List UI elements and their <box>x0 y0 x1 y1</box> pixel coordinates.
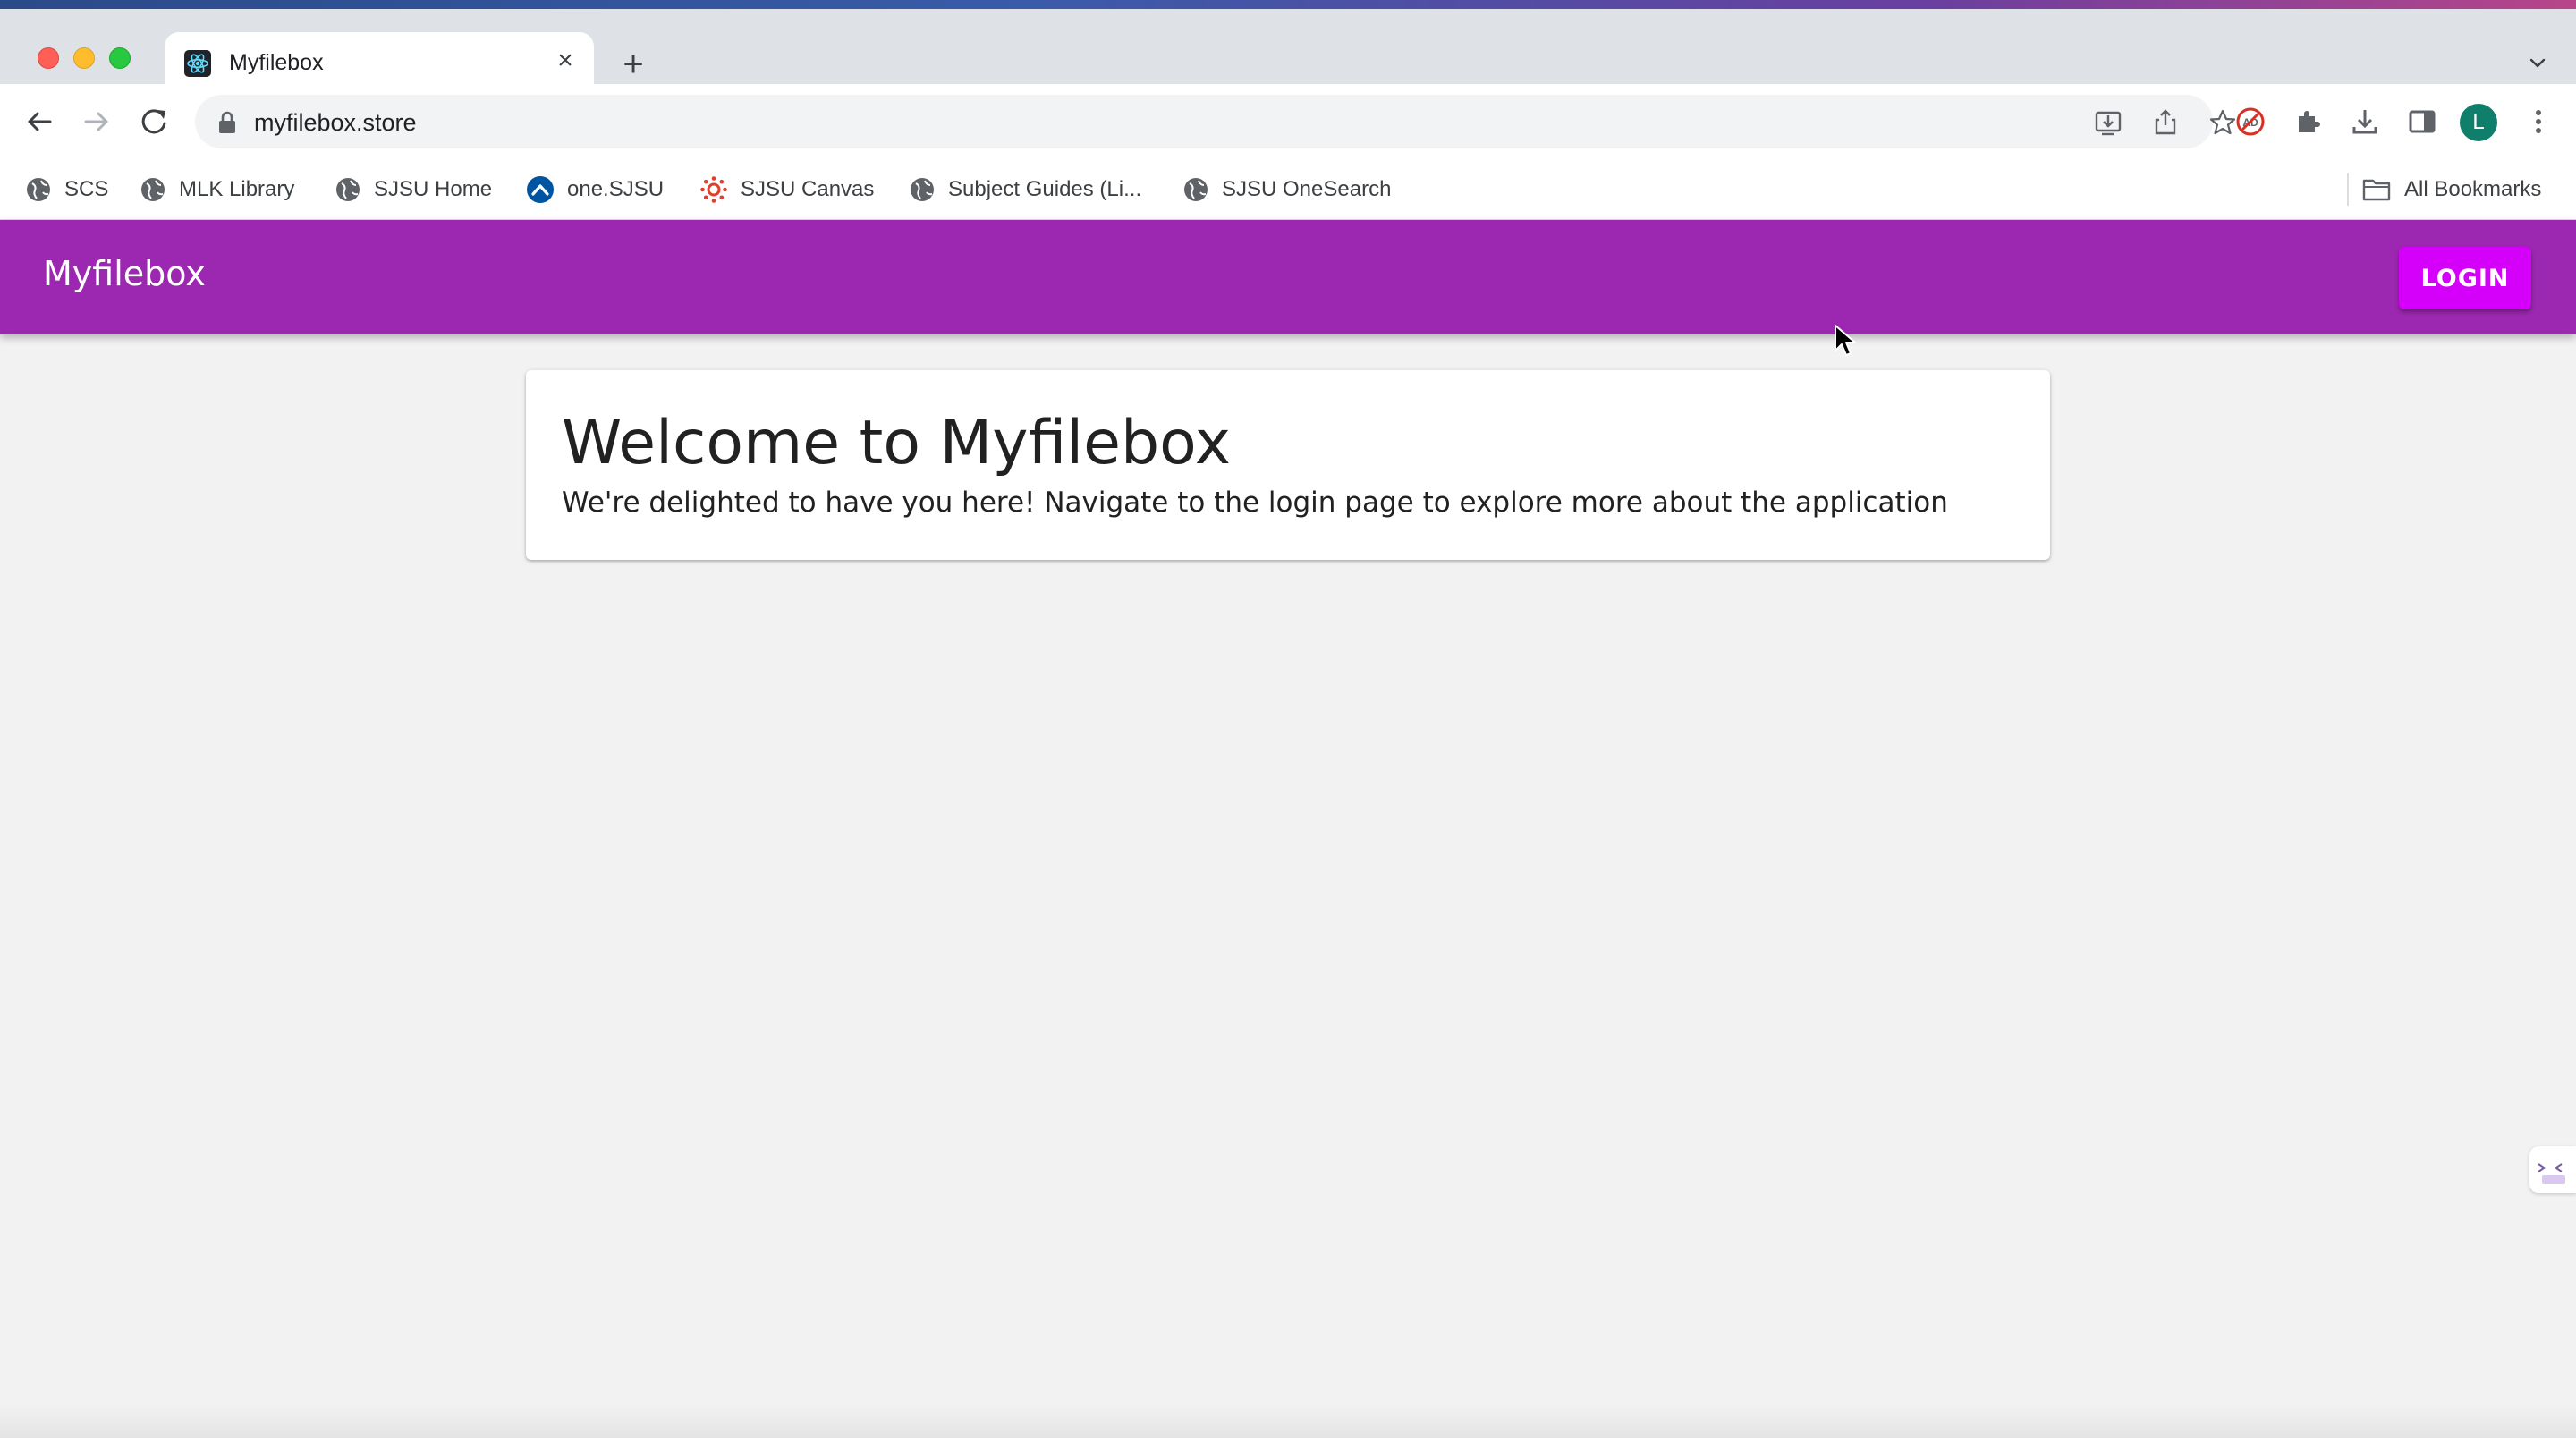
more-menu-icon[interactable] <box>2522 106 2555 138</box>
new-tab-button[interactable]: + <box>614 47 653 86</box>
bookmark-label: SJSU OneSearch <box>1222 177 1392 201</box>
all-bookmarks-label: All Bookmarks <box>2404 177 2542 201</box>
browser-toolbar: myfilebox.store AD <box>0 84 2576 159</box>
maximize-window-button[interactable] <box>109 47 131 69</box>
adblock-extension-icon[interactable]: AD <box>2234 106 2267 138</box>
globe-icon <box>336 178 360 201</box>
onesjsu-icon <box>527 176 554 203</box>
forward-arrow-icon[interactable] <box>77 102 116 141</box>
floating-extension-widget[interactable] <box>2529 1146 2576 1193</box>
bookmark-sjsu-onesearch[interactable]: SJSU OneSearch <box>1182 172 1391 207</box>
welcome-message: We're delighted to have you here! Naviga… <box>562 486 1948 519</box>
bookmark-mlk-library[interactable]: MLK Library <box>140 172 294 207</box>
back-arrow-icon[interactable] <box>20 102 59 141</box>
window-bottom-shadow <box>0 1404 2576 1438</box>
welcome-title: Welcome to Myfilebox <box>562 408 1231 478</box>
minimize-window-button[interactable] <box>73 47 95 69</box>
bookmark-label: SCS <box>64 177 109 201</box>
extensions-puzzle-icon[interactable] <box>2292 106 2324 138</box>
mouse-cursor-icon <box>1835 325 1856 356</box>
share-icon[interactable] <box>2150 107 2181 138</box>
side-panel-icon[interactable] <box>2406 106 2438 138</box>
bookmark-label: MLK Library <box>179 177 295 201</box>
app-header: Myfilebox LOGIN <box>0 220 2576 334</box>
address-bar[interactable]: myfilebox.store <box>195 95 2236 148</box>
install-app-icon[interactable] <box>2093 107 2123 138</box>
login-button[interactable]: LOGIN <box>2399 247 2531 309</box>
folder-icon <box>2362 179 2391 201</box>
desktop-wallpaper-strip <box>0 0 2576 9</box>
reload-icon[interactable] <box>134 102 174 141</box>
bookmark-star-icon[interactable] <box>2207 107 2238 138</box>
bookmark-sjsu-canvas[interactable]: SJSU Canvas <box>699 172 874 207</box>
lock-icon <box>219 111 235 133</box>
bookmarks-bar: SCS MLK Library SJSU Home one.SJSU SJSU … <box>0 159 2576 220</box>
tab-strip: Myfilebox × + <box>0 9 2576 93</box>
globe-icon <box>27 178 50 201</box>
close-window-button[interactable] <box>38 47 59 69</box>
close-tab-icon[interactable]: × <box>551 47 580 75</box>
all-bookmarks-button[interactable]: All Bookmarks <box>2361 172 2541 207</box>
react-atom-icon <box>184 50 211 77</box>
canvas-icon <box>700 176 727 203</box>
chevron-down-icon[interactable] <box>2524 50 2551 77</box>
profile-avatar[interactable]: L <box>2460 104 2497 141</box>
bookmark-label: Subject Guides (Li... <box>948 177 1142 201</box>
bookmark-label: SJSU Canvas <box>741 177 875 201</box>
bookmark-label: SJSU Home <box>374 177 493 201</box>
downloads-icon[interactable] <box>2349 106 2381 138</box>
bookmark-scs[interactable]: SCS <box>25 172 108 207</box>
bookmarks-divider <box>2347 173 2349 206</box>
collapse-arrows-icon <box>2538 1163 2565 1184</box>
app-brand[interactable]: Myfilebox <box>43 254 206 293</box>
browser-window: Myfilebox × + myfilebox.store L SCS MLK … <box>0 0 2576 1438</box>
tab-title: Myfilebox <box>229 50 324 75</box>
url-text: myfilebox.store <box>254 109 417 136</box>
globe-icon <box>1184 178 1208 201</box>
globe-icon <box>141 178 165 201</box>
welcome-card: Welcome to Myfilebox We're delighted to … <box>526 370 2050 560</box>
globe-icon <box>911 178 934 201</box>
bookmark-subject-guides[interactable]: Subject Guides (Li... <box>909 172 1141 207</box>
bookmark-label: one.SJSU <box>567 177 665 201</box>
bookmark-one-sjsu[interactable]: one.SJSU <box>526 172 664 207</box>
bookmark-sjsu-home[interactable]: SJSU Home <box>335 172 492 207</box>
